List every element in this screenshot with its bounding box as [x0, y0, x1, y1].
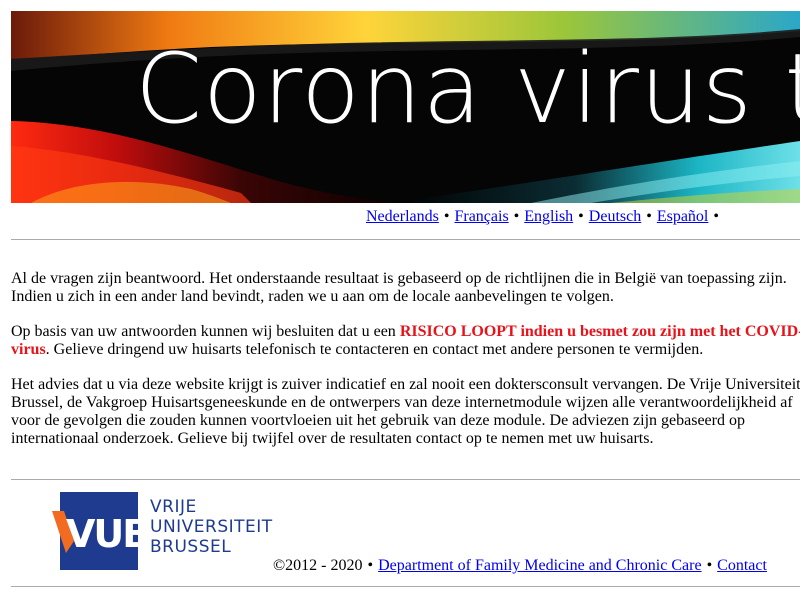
department-link[interactable]: Department of Family Medicine and Chroni… [378, 557, 701, 574]
divider [11, 239, 800, 240]
lang-link-de[interactable]: Deutsch [589, 208, 641, 225]
divider [11, 479, 800, 480]
lang-link-fr[interactable]: Français [454, 208, 508, 225]
separator: • [713, 208, 719, 225]
result-text: . Gelieve dringend uw huisarts telefonis… [45, 341, 704, 358]
banner-title: Corona virus test [135, 33, 800, 145]
header-banner: Corona virus test [11, 11, 800, 203]
divider [11, 586, 800, 587]
university-line: VRIJE [150, 497, 197, 517]
lang-link-en[interactable]: English [524, 208, 573, 225]
result-content: Al de vragen zijn beantwoord. Het onders… [11, 270, 800, 465]
separator: • [367, 557, 374, 574]
separator: • [646, 208, 652, 225]
lang-link-nl[interactable]: Nederlands [366, 208, 439, 225]
contact-link[interactable]: Contact [717, 557, 767, 574]
vub-logo-icon: VUB [52, 492, 142, 570]
separator: • [578, 208, 584, 225]
language-selector: Nederlands • Français • English • Deutsc… [366, 208, 720, 226]
disclaimer-paragraph: Het advies dat u via deze website krijgt… [11, 376, 800, 447]
university-name: VRIJE UNIVERSITEIT BRUSSEL [150, 497, 273, 557]
logo-letters: VUB [66, 512, 142, 556]
intro-paragraph: Al de vragen zijn beantwoord. Het onders… [11, 270, 787, 305]
footer-links: ©2012 - 2020 • Department of Family Medi… [273, 557, 767, 575]
separator: • [443, 208, 450, 225]
copyright: ©2012 - 2020 [273, 557, 363, 574]
lang-link-es[interactable]: Español [657, 208, 709, 225]
result-paragraph: Op basis van uw antwoorden kunnen wij be… [11, 323, 800, 359]
separator: • [706, 557, 713, 574]
separator: • [513, 208, 520, 225]
result-text: Op basis van uw antwoorden kunnen wij be… [11, 323, 400, 340]
university-line: UNIVERSITEIT [150, 517, 273, 537]
university-line: BRUSSEL [150, 537, 232, 557]
